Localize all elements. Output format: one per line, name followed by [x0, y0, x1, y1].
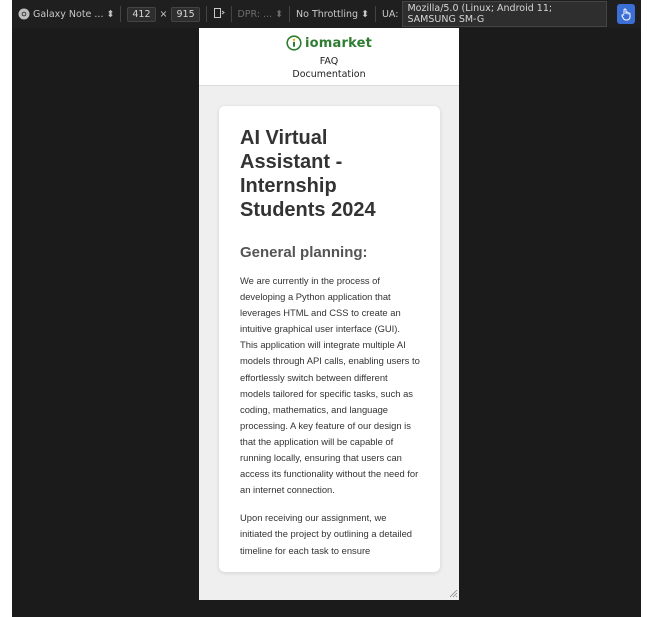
section-heading: General planning: [240, 244, 368, 261]
device-toolbar: Galaxy Note ... ⬍ 412 × 915 DPR: ... ⬍ N… [12, 0, 641, 28]
nav-link-faq[interactable]: FAQ [199, 55, 459, 68]
toolbar-divider [289, 6, 290, 22]
logo-text: iomarket [304, 35, 373, 51]
chevron-updown-icon: ⬍ [106, 8, 115, 20]
toolbar-divider [375, 6, 376, 22]
article-paragraph: Upon receiving our assignment, we initia… [240, 512, 412, 556]
chevron-updown-icon: ⬍ [361, 8, 370, 20]
dpr-label: DPR: ... [237, 8, 273, 20]
touch-toggle-button[interactable] [616, 4, 636, 24]
toolbar-divider [205, 6, 207, 22]
dpr-selector[interactable]: DPR: ... ⬍ [237, 9, 283, 20]
toolbar-divider [120, 6, 122, 22]
device-name: Galaxy Note ... [33, 8, 104, 20]
page-margin-left [0, 0, 12, 617]
ua-label: UA: [381, 8, 399, 20]
chevron-updown-icon: ⬍ [275, 8, 284, 20]
device-viewport: iomarket FAQ Documentation AI Virtual As… [199, 28, 459, 600]
throttling-selector[interactable]: No Throttling ⬍ [296, 9, 369, 20]
site-header: iomarket FAQ Documentation [199, 28, 459, 86]
toolbar-divider [230, 6, 232, 22]
article-title: AI Virtual Assistant - Internship Studen… [240, 127, 376, 221]
device-selector[interactable]: Galaxy Note ... ⬍ [18, 8, 114, 20]
article-card: AI Virtual Assistant - Internship Studen… [219, 106, 440, 572]
throttling-label: No Throttling [296, 8, 359, 20]
site-logo[interactable]: iomarket [286, 34, 372, 52]
chrome-icon [18, 8, 30, 20]
height-input[interactable]: 915 [171, 6, 200, 22]
rotate-icon[interactable] [213, 7, 225, 22]
article-paragraph: We are currently in the process of devel… [240, 275, 420, 496]
resize-handle-icon[interactable] [448, 588, 458, 598]
page-margin-right [641, 0, 647, 617]
nav-link-documentation[interactable]: Documentation [199, 68, 459, 81]
hand-pointer-icon [621, 8, 631, 21]
width-input[interactable]: 412 [127, 6, 156, 22]
dimension-times: × [159, 8, 168, 20]
user-agent-input[interactable]: Mozilla/5.0 (Linux; Android 11; SAMSUNG … [402, 1, 607, 27]
info-circle-icon [286, 35, 302, 51]
